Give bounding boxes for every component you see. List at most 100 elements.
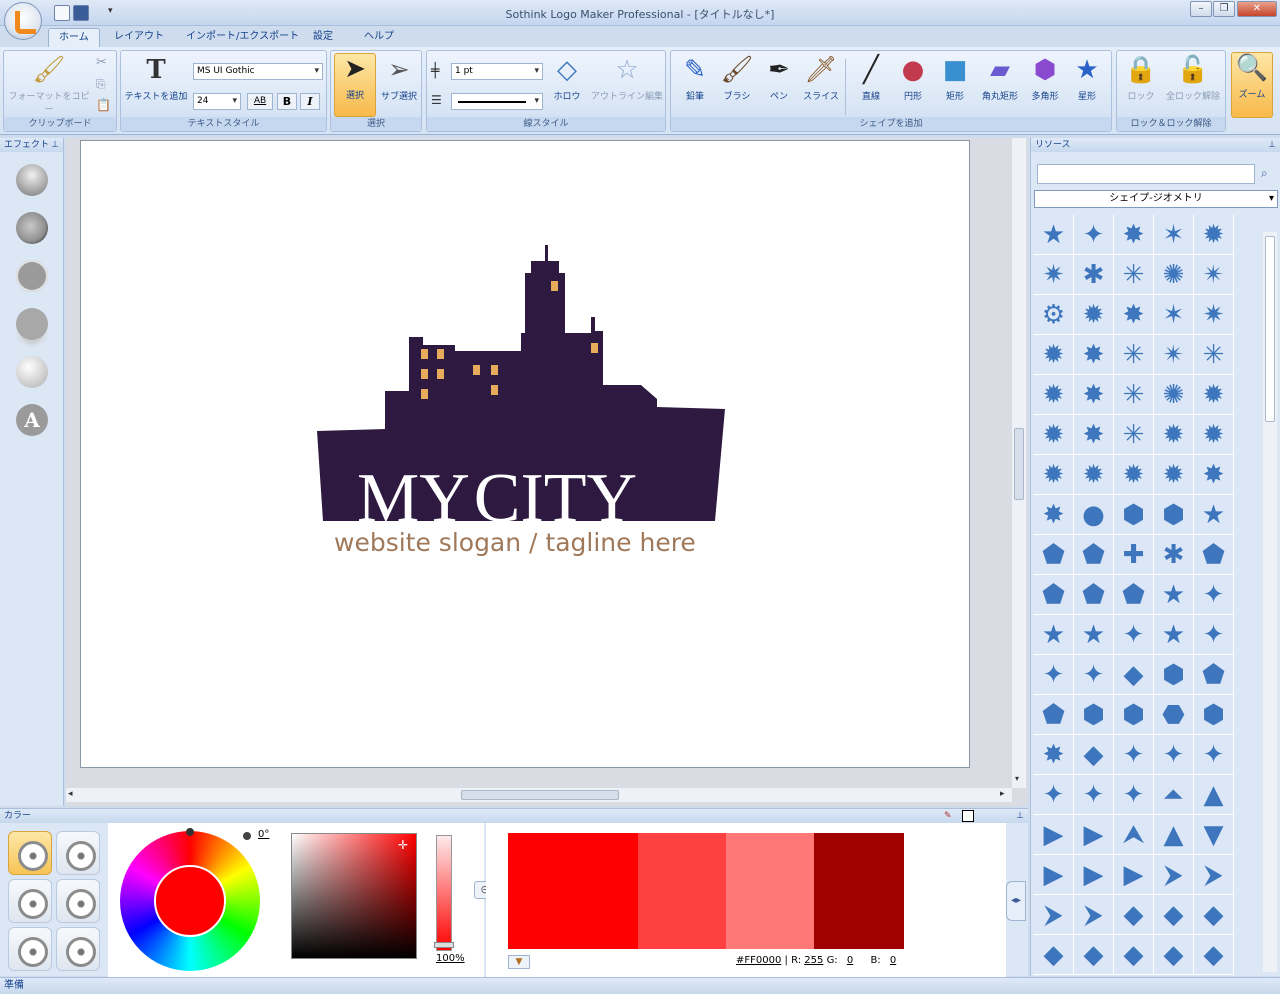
shape-thumbnail[interactable]: ◆ [1074,935,1114,975]
restore-button[interactable]: ❐ [1213,1,1235,17]
shape-thumbnail[interactable]: ✹ [1114,455,1154,495]
saturation-brightness-square[interactable]: ✛ [291,833,417,959]
add-text-button[interactable]: T テキストを追加 [123,55,189,102]
shape-thumbnail[interactable]: ✷ [1194,295,1234,335]
shape-thumbnail[interactable]: ▶ [1034,815,1074,855]
sub-select-button[interactable]: ➢ サブ選択 [377,55,421,102]
format-painter-button[interactable]: 🖌 フォーマットをコピー [6,55,92,115]
shape-thumbnail[interactable]: ✹ [1034,455,1074,495]
shape-thumbnail[interactable]: ✹ [1194,215,1234,255]
shape-thumbnail[interactable]: ✹ [1074,295,1114,335]
logo-artwork[interactable]: MYCITY website slogan / tagline here [81,141,971,769]
shape-thumbnail[interactable]: ✱ [1154,535,1194,575]
hue-angle[interactable]: 0° [258,829,269,840]
shape-thumbnail[interactable]: ✴ [1194,255,1234,295]
shape-thumbnail[interactable]: ◆ [1114,935,1154,975]
shape-thumbnail[interactable]: ✸ [1074,415,1114,455]
scroll-left-icon[interactable]: ◂ [68,789,73,799]
shape-thumbnail[interactable]: ◆ [1154,935,1194,975]
zoom-button[interactable]: 🔍 ズーム [1231,52,1273,118]
italic-button[interactable]: I [300,93,320,110]
shape-thumbnail[interactable]: ✦ [1194,735,1234,775]
slice-button[interactable]: 🗡 スライス [801,55,841,102]
color-mode-3[interactable] [8,879,52,923]
brush-button[interactable]: 🖌 ブラシ [717,55,757,102]
vertical-scrollbar[interactable]: ▾ [1012,138,1026,788]
shape-thumbnail[interactable]: ✹ [1194,375,1234,415]
r-value[interactable]: 255 [804,955,823,966]
swatch-menu-button[interactable]: ▼ [508,955,530,969]
polygon-button[interactable]: ⬢ 多角形 [1025,55,1065,102]
pin-icon[interactable]: ⊥ [1016,809,1024,823]
select-tool-button[interactable]: ➤ 選択 [334,53,376,117]
shape-thumbnail[interactable]: ⬟ [1074,575,1114,615]
shape-thumbnail[interactable]: ✹ [1074,455,1114,495]
shape-thumbnail[interactable]: ✶ [1154,215,1194,255]
shape-thumbnail[interactable]: ◆ [1034,935,1074,975]
shape-thumbnail[interactable]: ✱ [1074,255,1114,295]
opacity-handle[interactable] [434,942,454,948]
copy-icon[interactable]: ⎘ [96,77,106,92]
shape-thumbnail[interactable]: ⮞ [1034,895,1074,935]
vertical-scroll-thumb[interactable] [1014,428,1024,500]
color-swatch[interactable] [508,833,638,949]
shape-thumbnail[interactable]: ★ [1034,615,1074,655]
shape-thumbnail[interactable]: ✦ [1074,655,1114,695]
shape-thumbnail[interactable]: ⬟ [1074,535,1114,575]
eyedropper-icon[interactable]: ✎ [944,809,952,823]
opacity-slider[interactable] [434,835,454,951]
shape-thumbnail[interactable]: ▼ [1194,815,1234,855]
rect-button[interactable]: ■ 矩形 [935,55,975,102]
shape-thumbnail[interactable]: ★ [1034,215,1074,255]
shape-thumbnail[interactable]: ▶ [1074,815,1114,855]
effect-text[interactable]: A [16,404,48,436]
shape-thumbnail[interactable]: ✹ [1034,375,1074,415]
shape-thumbnail[interactable]: ⬢ [1074,695,1114,735]
outline-edit-button[interactable]: ☆ アウトライン編集 [589,55,665,102]
search-icon[interactable]: ⌕ [1261,166,1268,181]
shape-thumbnail[interactable]: ✸ [1114,215,1154,255]
shape-thumbnail[interactable]: ★ [1154,575,1194,615]
shape-thumbnail[interactable]: ⬣ [1154,695,1194,735]
scroll-down-icon[interactable]: ▾ [1015,774,1019,783]
char-spacing-button[interactable]: AB [247,93,273,110]
shape-thumbnail[interactable]: ✳ [1114,335,1154,375]
shape-thumbnail[interactable]: ✦ [1074,215,1114,255]
color-mode-5[interactable] [8,927,52,971]
shape-thumbnail[interactable]: ⮞ [1154,855,1194,895]
close-button[interactable]: ✕ [1237,1,1277,17]
shape-thumbnail[interactable]: ▶ [1034,855,1074,895]
shape-thumbnail[interactable]: ✳ [1114,255,1154,295]
shape-thumbnail[interactable]: ⬟ [1114,575,1154,615]
shape-thumbnail[interactable]: ✹ [1154,455,1194,495]
tab-layout[interactable]: レイアウト [104,28,174,48]
color-mode-6[interactable] [56,927,100,971]
shape-thumbnail[interactable]: ✳ [1194,335,1234,375]
shape-thumbnail[interactable]: ▲ [1194,775,1234,815]
shape-thumbnail[interactable]: ⬢ [1114,495,1154,535]
star-button[interactable]: ★ 星形 [1067,55,1107,102]
shape-thumbnail[interactable]: ✹ [1194,415,1234,455]
shape-thumbnail[interactable]: ✺ [1154,255,1194,295]
logo-canvas[interactable]: MYCITY website slogan / tagline here [80,140,970,768]
shape-thumbnail[interactable]: ★ [1194,495,1234,535]
paste-icon[interactable]: 📋 [96,98,111,112]
shape-thumbnail[interactable]: ✦ [1034,655,1074,695]
effect-inner-bevel[interactable] [16,212,48,244]
round-rect-button[interactable]: ▰ 角丸矩形 [977,55,1023,102]
shape-thumbnail[interactable]: ✦ [1194,575,1234,615]
color-mode-2[interactable] [56,831,100,875]
shape-thumbnail[interactable]: ● [1074,495,1114,535]
b-value[interactable]: 0 [890,955,896,966]
color-swatch[interactable] [726,833,814,949]
color-swatch[interactable] [638,833,726,949]
no-color-box[interactable] [962,810,974,822]
shape-thumbnail[interactable]: ✚ [1114,535,1154,575]
shape-thumbnail[interactable]: ✹ [1154,415,1194,455]
effect-gloss[interactable] [16,356,48,388]
shape-thumbnail[interactable]: ◆ [1074,735,1114,775]
tab-settings[interactable]: 設定 [303,28,343,48]
shape-thumbnail[interactable]: ⬟ [1194,655,1234,695]
resources-scrollbar[interactable] [1263,232,1277,972]
shape-thumbnail[interactable]: ◆ [1194,935,1234,975]
